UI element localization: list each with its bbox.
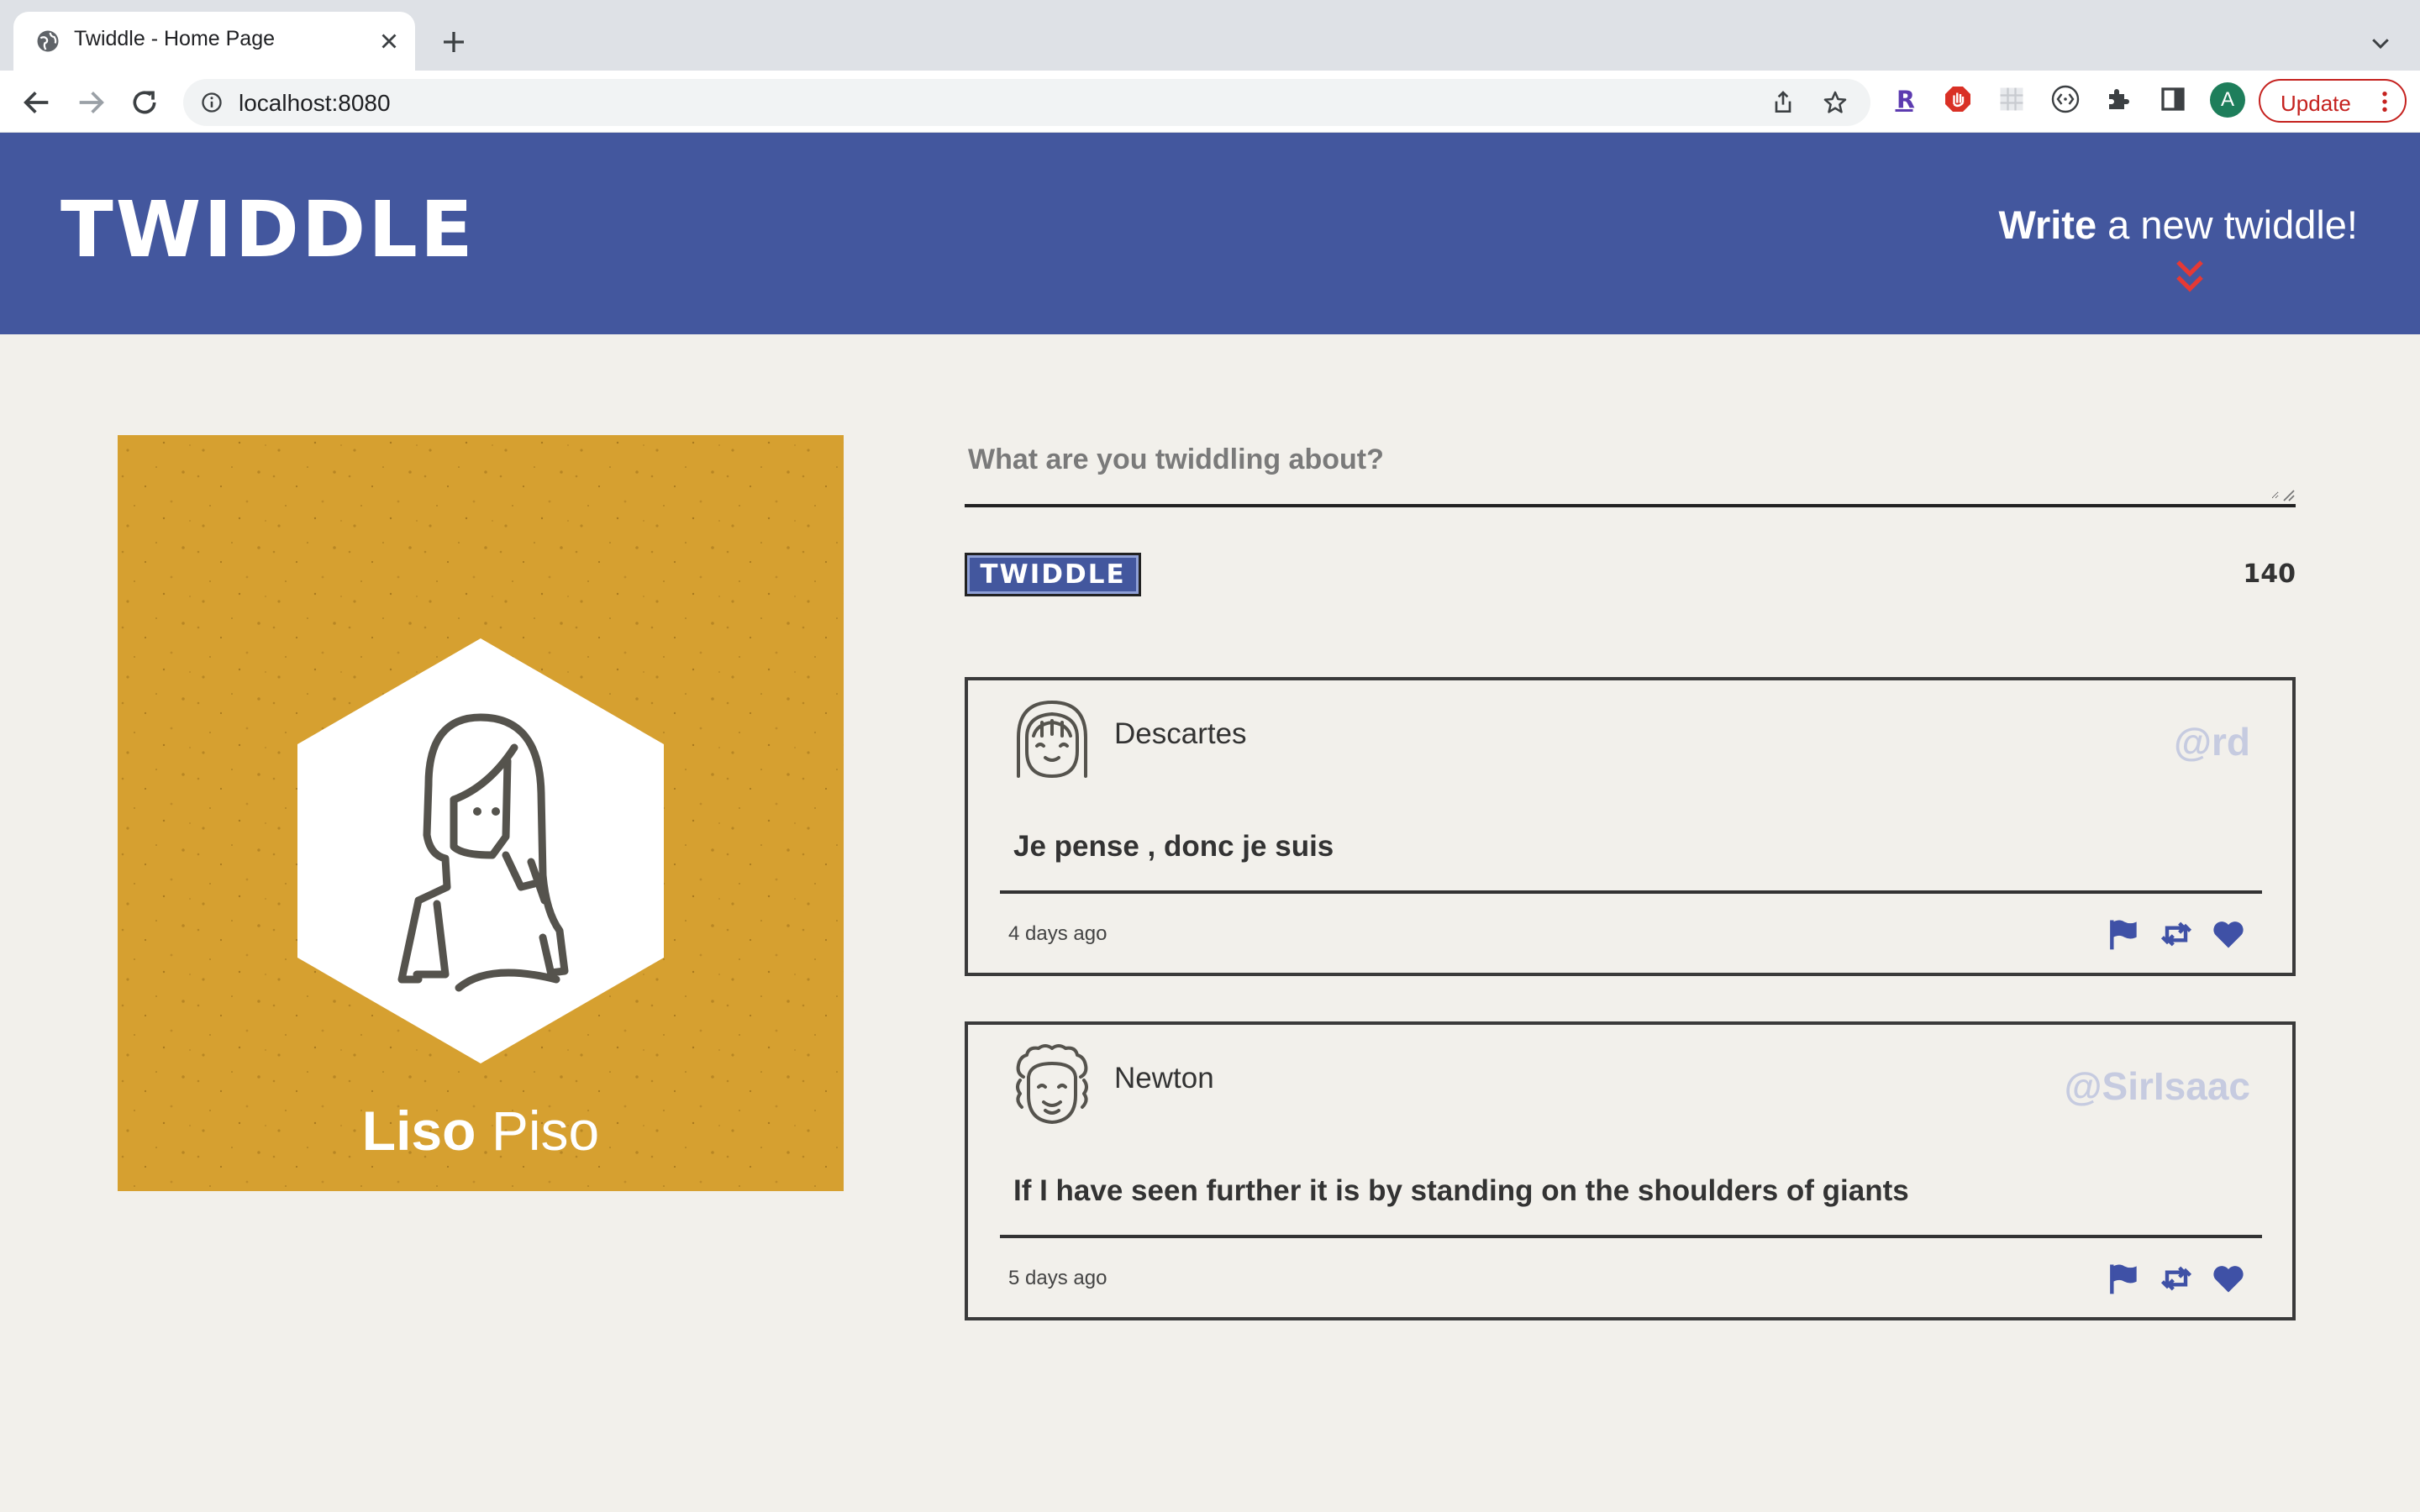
share-icon[interactable] (1770, 89, 1797, 116)
browser-tab-strip: Twiddle - Home Page (0, 0, 2420, 71)
address-bar[interactable]: localhost:8080 (183, 79, 1870, 126)
site-header: TWIDDLE Write a new twiddle! (0, 133, 2420, 334)
tweet-text: If I have seen further it is by standing… (1013, 1174, 1909, 1207)
composer-field (965, 435, 2296, 507)
url-text: localhost:8080 (239, 90, 391, 116)
tweet-timestamp: 5 days ago (1008, 1267, 1107, 1289)
tweet-actions (2106, 916, 2244, 953)
update-label: Update (2281, 91, 2351, 116)
descartes-avatar (1017, 701, 1087, 778)
info-icon[interactable] (200, 91, 224, 114)
reload-icon[interactable] (128, 86, 161, 119)
tweet-timestamp: 4 days ago (1008, 922, 1107, 945)
code-extension-icon[interactable] (2050, 84, 2081, 114)
bookmark-star-icon[interactable] (1822, 89, 1849, 116)
profile-card: Liso Piso (118, 435, 844, 1191)
double-chevron-down-icon[interactable] (2173, 259, 2207, 296)
puzzle-extensions-icon[interactable] (2104, 84, 2134, 114)
new-tab-plus-icon[interactable] (439, 27, 469, 57)
newton-avatar (1016, 1044, 1088, 1124)
heart-icon[interactable] (2210, 916, 2247, 953)
tab-title: Twiddle - Home Page (74, 27, 276, 50)
twiddle-textarea[interactable] (968, 438, 2279, 499)
adblock-extension-icon[interactable] (1943, 84, 1973, 114)
avatar (297, 638, 664, 1063)
more-vert-icon (2382, 91, 2387, 113)
tweet-card: Descartes @rd Je pense , donc je suis 4 … (965, 677, 2296, 976)
write-rest: a new twiddle! (2096, 202, 2358, 247)
retweet-icon[interactable] (2158, 916, 2195, 953)
browser-tab[interactable]: Twiddle - Home Page (13, 12, 415, 71)
update-button[interactable]: Update (2259, 79, 2407, 123)
chevron-down-icon[interactable] (2368, 30, 2393, 55)
profile-first-name: Liso (361, 1100, 476, 1162)
character-counter: 140 (2243, 559, 2296, 589)
tweet-divider (1000, 890, 2262, 894)
tweet-author-name[interactable]: Newton (1114, 1062, 1214, 1095)
profile-last-name: Piso (491, 1100, 600, 1162)
flag-icon[interactable] (2106, 1260, 2143, 1297)
retweet-icon[interactable] (2158, 1260, 2195, 1297)
profile-avatar[interactable]: A (2210, 82, 2245, 118)
tweet-author-name[interactable]: Descartes (1114, 717, 1247, 751)
tweet-text: Je pense , donc je suis (1013, 830, 1334, 863)
globe-icon (37, 30, 59, 52)
heart-icon[interactable] (2210, 1260, 2247, 1297)
grid-extension-icon[interactable] (1996, 84, 2027, 114)
resize-grip-icon[interactable] (2281, 487, 2296, 502)
r-extension-icon[interactable]: R (1889, 84, 1919, 114)
profile-name: Liso Piso (118, 1099, 844, 1163)
tweet-author-handle[interactable]: @rd (2174, 719, 2250, 764)
tweet-divider (1000, 1235, 2262, 1238)
write-twiddle-link[interactable]: Write a new twiddle! (1998, 202, 2358, 248)
side-panel-icon[interactable] (2158, 84, 2188, 114)
twiddle-submit-button[interactable]: TWIDDLE (965, 553, 1141, 596)
forward-arrow-icon[interactable] (74, 86, 108, 119)
close-icon[interactable] (376, 29, 402, 54)
site-logo[interactable]: TWIDDLE (60, 192, 476, 269)
flag-icon[interactable] (2106, 916, 2143, 953)
tweet-card: Newton @SirIsaac If I have seen further … (965, 1021, 2296, 1320)
tweet-actions (2106, 1260, 2244, 1297)
write-bold: Write (1998, 202, 2097, 247)
tweet-author-handle[interactable]: @SirIsaac (2065, 1063, 2250, 1109)
back-arrow-icon[interactable] (20, 86, 54, 119)
